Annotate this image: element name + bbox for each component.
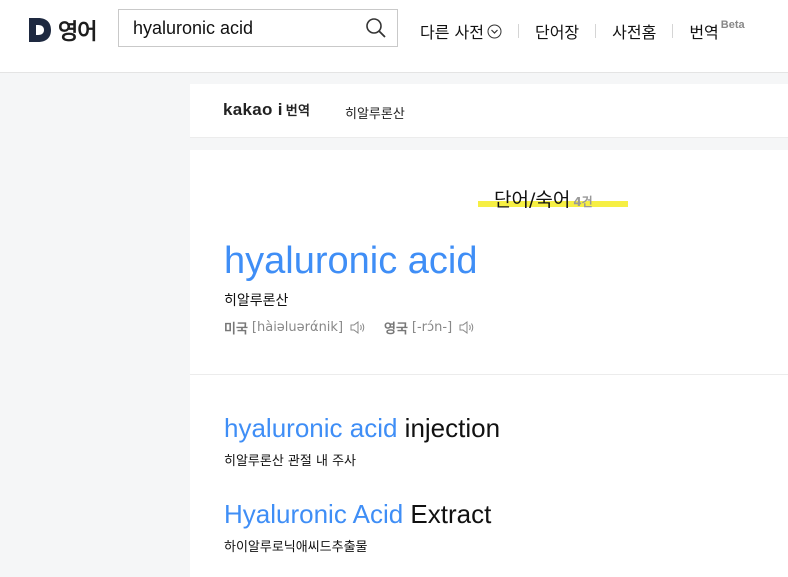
speaker-icon[interactable] — [458, 320, 475, 335]
daum-dict-logo[interactable]: 영어 — [29, 14, 97, 46]
logo-text: 영어 — [58, 20, 97, 45]
nav-divider — [517, 24, 519, 38]
kakao-translate-bar[interactable]: kakao i 번역 히알루론산 — [190, 84, 788, 138]
entry-divider — [190, 374, 788, 375]
nav-divider — [672, 24, 674, 38]
search-icon[interactable] — [365, 17, 387, 39]
kakao-brand-text: kakao i — [223, 100, 283, 119]
main-entry-word[interactable]: hyaluronic acid — [224, 240, 477, 283]
section-count: 4건 — [573, 195, 593, 209]
chevron-down-circle-icon — [487, 24, 502, 38]
list-item: hyaluronic acid injection 히알루론산 관절 내 주사 — [224, 413, 500, 469]
top-header: 영어 다른 사전 단어장 사전홈 번역 Beta — [0, 0, 788, 73]
speaker-icon[interactable] — [349, 320, 366, 335]
nav-translate[interactable]: 번역 Beta — [689, 19, 744, 43]
pron-us-label: 미국 — [224, 322, 248, 337]
nav-other-dict-label: 다른 사전 — [420, 23, 484, 42]
daum-d-logo-icon — [29, 18, 51, 42]
sub-entry-word[interactable]: Hyaluronic Acid Extract — [224, 499, 491, 530]
nav-divider — [595, 24, 597, 38]
search-box — [118, 9, 398, 47]
nav-dict-home[interactable]: 사전홈 — [612, 19, 656, 43]
pron-us-text: [hàiəluərάnik] — [251, 320, 344, 335]
sub-entry-highlight: hyaluronic acid — [224, 413, 398, 443]
sub-entry-meaning: 히알루론산 관절 내 주사 — [224, 454, 356, 469]
nav-wordbook[interactable]: 단어장 — [535, 19, 579, 43]
pronunciation-us: 미국 [hàiəluərάnik] — [224, 318, 366, 337]
search-input[interactable] — [133, 10, 353, 46]
kakao-brand-sub: 번역 — [285, 104, 311, 119]
pronunciation-uk: 영국 [-rɔ́n-] — [384, 318, 475, 337]
nav-translate-label: 번역 — [689, 23, 719, 42]
nav-other-dict[interactable]: 다른 사전 — [420, 19, 502, 43]
sub-entry-rest: injection — [397, 413, 501, 443]
sub-entry-word[interactable]: hyaluronic acid injection — [224, 413, 500, 444]
section-title: 단어/숙어 4건 — [494, 185, 593, 212]
beta-badge: Beta — [720, 19, 745, 31]
main-entry-meaning: 히알루론산 — [224, 293, 289, 309]
list-item: Hyaluronic Acid Extract 하이알루로닉애씨드추출물 — [224, 499, 491, 555]
kakao-i-logo: kakao i 번역 — [223, 100, 310, 120]
sub-entry-meaning: 하이알루로닉애씨드추출물 — [224, 540, 368, 555]
pron-uk-label: 영국 — [384, 322, 408, 337]
section-title-text: 단어/숙어 — [494, 189, 571, 211]
sub-entry-highlight: Hyaluronic Acid — [224, 499, 404, 529]
kakao-translation-result: 히알루론산 — [345, 107, 405, 122]
top-nav: 다른 사전 단어장 사전홈 번역 Beta — [420, 18, 745, 44]
sub-entry-rest: Extract — [403, 499, 492, 529]
pron-uk-text: [-rɔ́n-] — [411, 320, 453, 335]
